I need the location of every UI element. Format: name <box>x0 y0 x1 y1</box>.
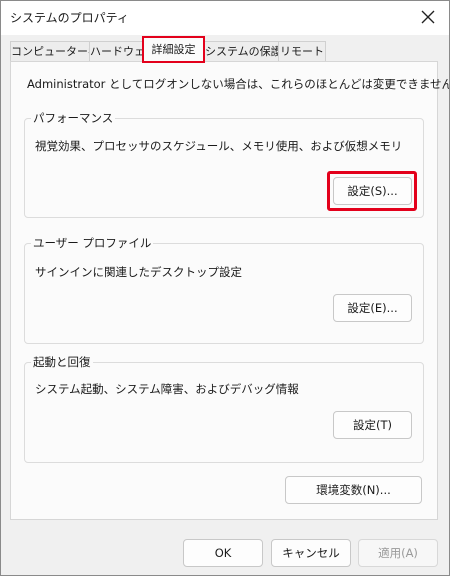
performance-group: パフォーマンス 視覚効果、プロセッサのスケジュール、メモリ使用、および仮想メモリ… <box>24 110 424 218</box>
apply-button[interactable]: 適用(A) <box>358 539 438 567</box>
advanced-tab-panel: Administrator としてログオンしない場合は、これらのほとんどは変更で… <box>10 61 449 520</box>
startup-recovery-group: 起動と回復 システム起動、システム障害、およびデバッグ情報 設定(T) <box>24 354 424 463</box>
tab-advanced[interactable]: 詳細設定 <box>142 36 205 63</box>
close-icon <box>421 10 435 24</box>
user-profile-settings-button[interactable]: 設定(E)... <box>333 294 412 322</box>
tab-computer-name[interactable]: コンピューター名 <box>10 41 90 61</box>
performance-settings-button[interactable]: 設定(S)... <box>333 177 412 205</box>
performance-description: 視覚効果、プロセッサのスケジュール、メモリ使用、および仮想メモリ <box>35 139 403 153</box>
performance-group-title: パフォーマンス <box>31 110 116 126</box>
tab-remote[interactable]: リモート <box>278 41 326 61</box>
dialog-footer: OK キャンセル 適用(A) <box>1 526 449 575</box>
user-profile-description: サインインに関連したデスクトップ設定 <box>35 265 242 279</box>
environment-variables-button[interactable]: 環境変数(N)... <box>285 476 422 504</box>
startup-recovery-settings-button[interactable]: 設定(T) <box>333 411 412 439</box>
user-profile-group: ユーザー プロファイル サインインに関連したデスクトップ設定 設定(E)... <box>24 235 424 344</box>
ok-button[interactable]: OK <box>183 539 263 567</box>
tab-hardware[interactable]: ハードウェア <box>89 41 145 61</box>
startup-recovery-description: システム起動、システム障害、およびデバッグ情報 <box>35 382 299 396</box>
tab-system-protection[interactable]: システムの保護 <box>204 41 279 61</box>
window-title: システムのプロパティ <box>10 11 129 25</box>
system-properties-window: システムのプロパティ コンピューター名 ハードウェア 詳細設定 システムの保護 … <box>0 0 450 576</box>
close-button[interactable] <box>413 4 443 30</box>
admin-note-text: Administrator としてログオンしない場合は、これらのほとんどは変更で… <box>27 77 450 91</box>
cancel-button[interactable]: キャンセル <box>271 539 351 567</box>
user-profile-group-title: ユーザー プロファイル <box>31 235 154 251</box>
tab-strip: コンピューター名 ハードウェア 詳細設定 システムの保護 リモート <box>1 35 449 63</box>
startup-recovery-group-title: 起動と回復 <box>31 354 93 370</box>
title-bar: システムのプロパティ <box>1 1 449 35</box>
